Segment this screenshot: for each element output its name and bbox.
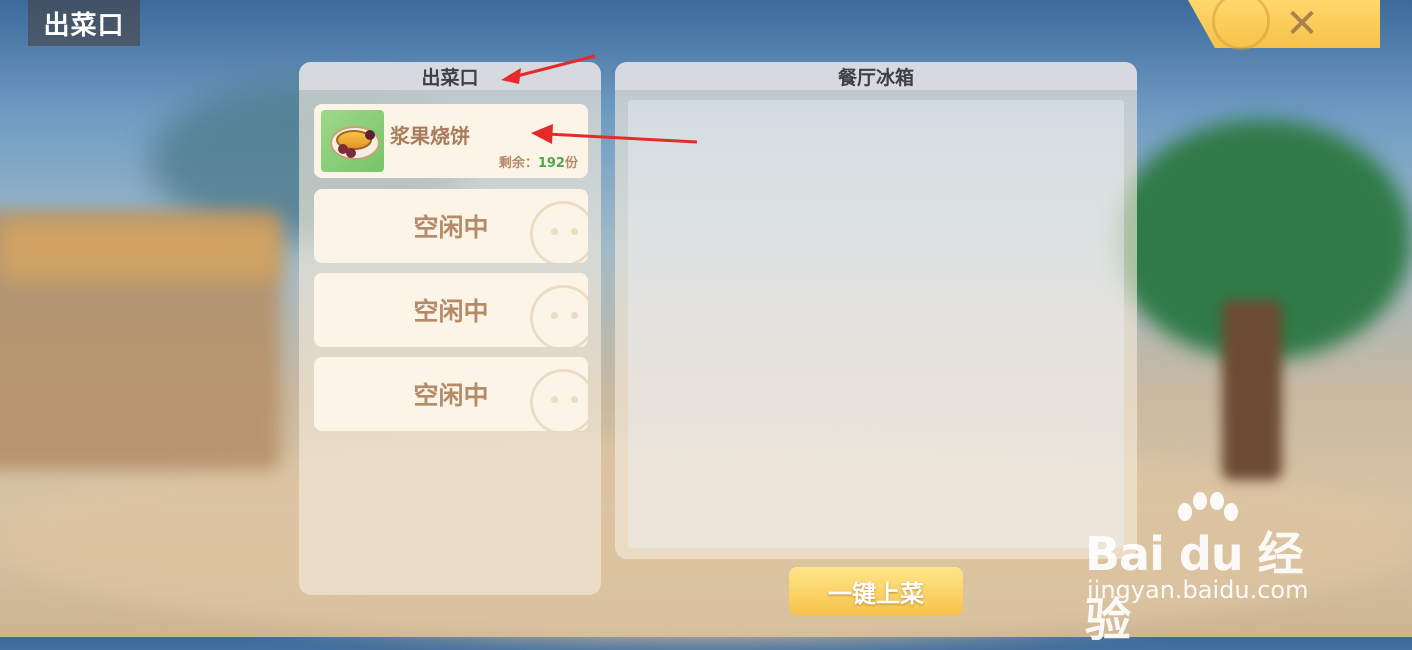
fridge-item-grid[interactable]: [628, 100, 1124, 548]
serving-slot-4[interactable]: 空闲中: [314, 357, 588, 431]
remaining-count: 剩余：192份: [498, 156, 578, 171]
annotation-arrow-1: [501, 54, 596, 84]
close-icon[interactable]: ✕: [1282, 1, 1322, 47]
idle-label: 空闲中: [413, 297, 489, 326]
berry-pancake-icon: [321, 110, 384, 172]
fridge-header: 餐厅冰箱: [615, 62, 1137, 90]
baidu-watermark: Bai du 经验 jingyan.baidu.com: [1085, 490, 1345, 647]
dish-name: 浆果烧饼: [390, 124, 470, 148]
serve-all-button[interactable]: 一键上菜: [789, 567, 963, 615]
idle-label: 空闲中: [413, 213, 489, 242]
annotation-arrow-2: [531, 124, 698, 144]
window-title: 出菜口: [28, 0, 140, 46]
background-roof: [0, 220, 280, 280]
background-tree-trunk: [1222, 300, 1282, 480]
watermark-url: jingyan.baidu.com: [1087, 576, 1309, 604]
idle-label: 空闲中: [413, 381, 489, 410]
serving-slot-3[interactable]: 空闲中: [314, 273, 588, 347]
serving-slot-2[interactable]: 空闲中: [314, 189, 588, 263]
